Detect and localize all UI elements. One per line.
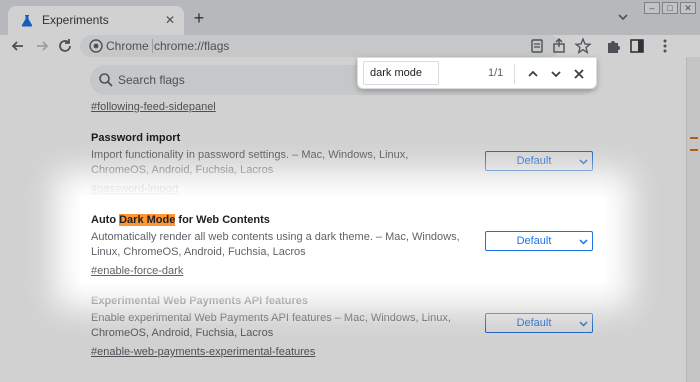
tab-search-icon[interactable]	[616, 11, 630, 23]
flag-link[interactable]: #enable-web-payments-experimental-featur…	[91, 345, 601, 359]
maximize-button[interactable]: □	[662, 2, 678, 14]
flag-auto-dark-mode: Auto Dark Mode for Web Contents Automati…	[91, 213, 601, 278]
select-value: Default	[516, 155, 552, 167]
find-divider	[514, 64, 515, 84]
search-icon	[99, 73, 113, 87]
scroll-match-marker	[690, 137, 698, 151]
chevron-up-icon[interactable]	[524, 65, 542, 83]
url-origin: Chrome	[106, 39, 149, 53]
chevron-down-icon	[579, 159, 588, 165]
menu-dots-icon[interactable]	[656, 37, 674, 55]
chevron-down-icon	[579, 321, 588, 327]
minimize-button[interactable]: –	[644, 2, 660, 14]
flag-web-payments: Experimental Web Payments API features E…	[91, 294, 601, 359]
toolbar: Chrome chrome://flags	[0, 35, 700, 57]
flag-title: Password import	[91, 132, 181, 144]
tab-title: Experiments	[42, 13, 109, 27]
tab-close-icon[interactable]: ✕	[162, 12, 178, 28]
search-placeholder: Search flags	[118, 73, 185, 87]
address-bar[interactable]: Chrome chrome://flags	[80, 35, 560, 57]
share-icon[interactable]	[550, 37, 568, 55]
extensions-puzzle-icon[interactable]	[604, 37, 622, 55]
flag-password-import: Password import Import functionality in …	[91, 131, 601, 196]
flag-description: Enable experimental Web Payments API fea…	[91, 312, 451, 339]
select-value: Default	[516, 235, 552, 247]
tab-experiments[interactable]: Experiments ✕	[8, 6, 184, 35]
flag-select[interactable]: Default	[485, 231, 593, 251]
flag-link[interactable]: #password-import	[91, 182, 601, 196]
bookmark-star-icon[interactable]	[574, 37, 592, 55]
back-arrow-icon[interactable]	[8, 36, 28, 56]
page-scrollbar[interactable]	[686, 57, 700, 382]
flag-link[interactable]: #following-feed-sidepanel	[91, 100, 601, 114]
side-panel-icon[interactable]	[628, 37, 646, 55]
page-info-icon[interactable]	[528, 37, 546, 55]
reload-icon[interactable]	[55, 36, 75, 56]
url-text[interactable]: chrome://flags	[154, 39, 229, 53]
close-icon[interactable]	[570, 65, 588, 83]
tab-strip: Experiments ✕ + – □ ✕	[0, 0, 700, 35]
find-match-count: 1/1	[488, 67, 504, 79]
chevron-down-icon[interactable]	[547, 65, 565, 83]
find-bar: dark mode 1/1	[357, 57, 597, 89]
forward-arrow-icon[interactable]	[32, 36, 52, 56]
new-tab-button[interactable]: +	[190, 9, 208, 27]
omnibox-divider	[152, 39, 153, 53]
find-match-highlight: Dark Mode	[119, 214, 176, 226]
flag-link[interactable]: #enable-force-dark	[91, 264, 601, 278]
window-controls: – □ ✕	[644, 2, 696, 14]
select-value: Default	[516, 317, 552, 329]
flag-description: Automatically render all web contents us…	[91, 231, 460, 258]
close-window-button[interactable]: ✕	[680, 2, 696, 14]
flag-select[interactable]: Default	[485, 313, 593, 333]
find-input[interactable]: dark mode	[363, 61, 439, 85]
flag-title: Auto Dark Mode for Web Contents	[91, 213, 601, 227]
chrome-icon[interactable]	[88, 38, 104, 54]
chevron-down-icon	[579, 239, 588, 245]
flag-description: Import functionality in password setting…	[91, 149, 409, 176]
flag-title-prefix: Auto	[91, 214, 120, 226]
flask-icon	[21, 15, 33, 27]
flag-title-suffix: for Web Contents	[175, 214, 270, 226]
flag-select[interactable]: Default	[485, 151, 593, 171]
flag-partial: #following-feed-sidepanel	[91, 96, 601, 114]
flag-title: Experimental Web Payments API features	[91, 295, 309, 307]
